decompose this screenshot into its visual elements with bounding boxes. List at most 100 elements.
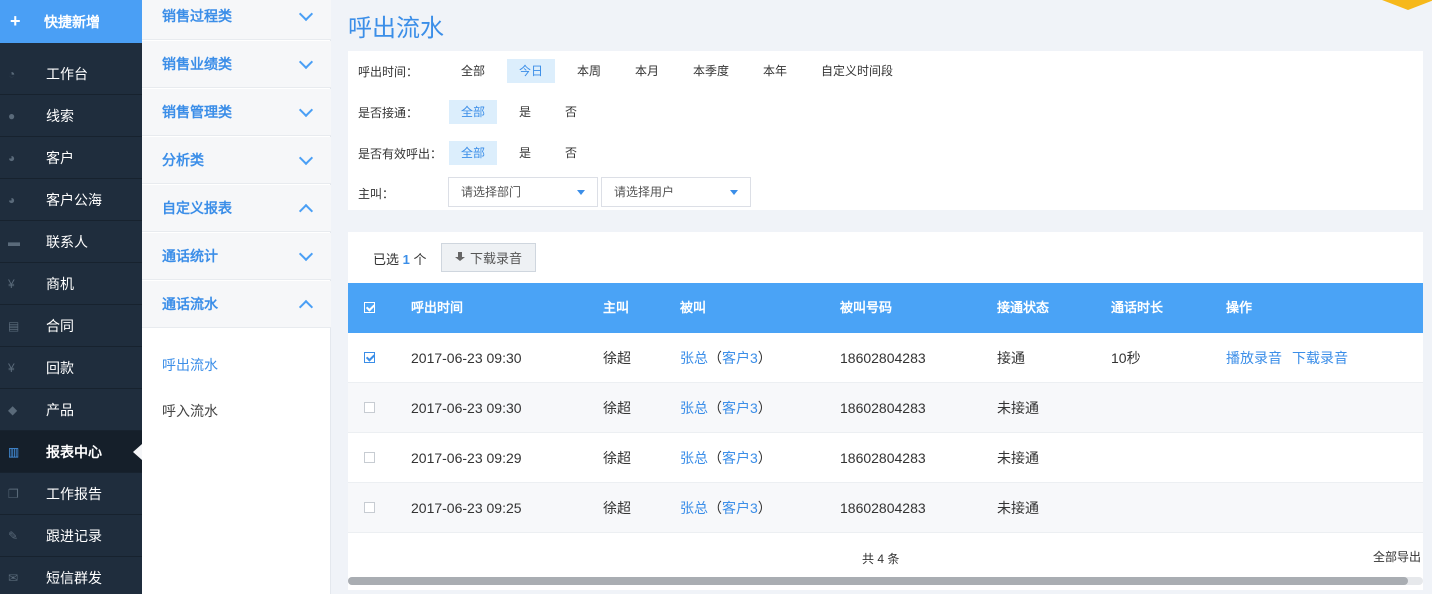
sidebar-item-follow-ups[interactable]: ✎ 跟进记录	[0, 515, 142, 557]
filter-time-all[interactable]: 全部	[449, 59, 497, 83]
menu-link-outgoing-calls[interactable]: 呼出流水	[162, 355, 218, 375]
scrollbar-thumb[interactable]	[348, 577, 1408, 585]
play-recording-link[interactable]: 播放录音	[1226, 333, 1282, 383]
menu-group-label: 通话统计	[162, 248, 218, 264]
callee-cell: 张总（客户3）	[680, 350, 772, 366]
department-select[interactable]: 请选择部门	[448, 177, 598, 207]
horizontal-scrollbar[interactable]	[348, 577, 1423, 585]
menu-link-incoming-calls[interactable]: 呼入流水	[162, 401, 218, 421]
export-all-button[interactable]: 全部导出	[1373, 548, 1421, 565]
sidebar-item-label: 短信群发	[46, 569, 102, 586]
dashboard-icon: ◔	[8, 66, 16, 81]
client-link[interactable]: 客户3	[722, 400, 758, 416]
sidebar-item-contacts[interactable]: ▬ 联系人	[0, 221, 142, 263]
table-row: 2017-06-23 09:30 徐超 张总（客户3） 18602804283 …	[348, 333, 1423, 383]
filter-time-month[interactable]: 本月	[623, 59, 671, 83]
filter-time-today[interactable]: 今日	[507, 59, 556, 83]
filter-time-custom[interactable]: 自定义时间段	[809, 59, 905, 83]
sidebar-item-reports[interactable]: ▥ 报表中心	[0, 431, 142, 473]
filter-connected-no[interactable]: 否	[553, 100, 589, 124]
callee-link[interactable]: 张总	[680, 350, 708, 366]
quick-add-button[interactable]: + 快捷新增	[0, 0, 142, 43]
column-header-status[interactable]: 接通状态	[997, 283, 1049, 333]
sidebar-item-opportunities[interactable]: ¥ 商机	[0, 263, 142, 305]
copy-icon: ❐	[8, 486, 19, 501]
caller-name: 徐超	[603, 400, 631, 416]
callee-link[interactable]: 张总	[680, 450, 708, 466]
caller-name: 徐超	[603, 500, 631, 516]
filter-valid-yes[interactable]: 是	[507, 141, 543, 165]
filter-valid-all[interactable]: 全部	[449, 141, 498, 165]
filter-valid-no[interactable]: 否	[553, 141, 589, 165]
sidebar-item-leads[interactable]: ● 线索	[0, 95, 142, 137]
chevron-down-icon	[298, 54, 314, 69]
select-all-checkbox[interactable]	[364, 302, 375, 313]
sidebar-item-sms[interactable]: ✉ 短信群发	[0, 557, 142, 594]
row-checkbox[interactable]	[364, 452, 375, 463]
chevron-up-icon	[298, 203, 314, 218]
download-icon	[454, 252, 465, 263]
client-link[interactable]: 客户3	[722, 500, 758, 516]
menu-group-call-logs[interactable]: 通话流水	[142, 281, 331, 328]
selected-count-text: 已选 1 个	[373, 249, 427, 268]
menu-group-analysis[interactable]: 分析类	[142, 137, 331, 184]
column-header-duration[interactable]: 通话时长	[1111, 283, 1163, 333]
filter-time-week[interactable]: 本周	[565, 59, 613, 83]
column-header-number[interactable]: 被叫号码	[840, 283, 892, 333]
menu-group-sales-management[interactable]: 销售管理类	[142, 89, 331, 136]
connect-status: 未接通	[997, 400, 1039, 416]
filter-time-quarter[interactable]: 本季度	[681, 59, 741, 83]
caller-name: 徐超	[603, 450, 631, 466]
call-time: 2017-06-23 09:30	[411, 400, 522, 416]
menu-group-custom-reports[interactable]: 自定义报表	[142, 185, 331, 232]
quick-add-label: 快捷新增	[44, 13, 100, 30]
column-header-callee[interactable]: 被叫	[680, 283, 706, 333]
selected-suffix: 个	[413, 252, 427, 267]
menu-group-sales-performance[interactable]: 销售业绩类	[142, 41, 331, 88]
sidebar-item-contracts[interactable]: ▤ 合同	[0, 305, 142, 347]
row-checkbox[interactable]	[364, 402, 375, 413]
sidebar-item-label: 工作台	[46, 65, 88, 82]
sidebar-item-products[interactable]: ◆ 产品	[0, 389, 142, 431]
filter-connected-all[interactable]: 全部	[449, 100, 498, 124]
call-log-panel: 已选 1 个 下载录音 呼出时间 主叫 被叫 被叫号码 接通状态 通话时长 操作…	[348, 232, 1423, 590]
client-link[interactable]: 客户3	[722, 350, 758, 366]
sidebar-item-label: 商机	[46, 275, 74, 292]
filter-connected-yes[interactable]: 是	[507, 100, 543, 124]
sidebar-item-label: 报表中心	[46, 443, 102, 460]
row-checkbox[interactable]	[364, 352, 375, 363]
row-checkbox[interactable]	[364, 502, 375, 513]
sidebar-item-dashboard[interactable]: ◔ 工作台	[0, 53, 142, 95]
sidebar-item-label: 客户公海	[46, 191, 102, 208]
sidebar-item-customer-pool[interactable]: ◕ 客户公海	[0, 179, 142, 221]
sidebar-item-work-reports[interactable]: ❐ 工作报告	[0, 473, 142, 515]
menu-group-label: 销售管理类	[162, 104, 232, 120]
menu-group-label: 销售过程类	[162, 8, 232, 24]
sidebar-item-customers[interactable]: ◕ 客户	[0, 137, 142, 179]
menu-group-call-stats[interactable]: 通话统计	[142, 233, 331, 280]
tag-icon: ◆	[8, 402, 18, 417]
menu-group-sales-process[interactable]: 销售过程类	[142, 0, 331, 40]
user-select[interactable]: 请选择用户	[601, 177, 751, 207]
column-header-caller[interactable]: 主叫	[603, 283, 629, 333]
mail-icon: ✉	[8, 570, 19, 585]
call-time: 2017-06-23 09:30	[411, 350, 522, 366]
filter-time-year[interactable]: 本年	[751, 59, 799, 83]
sidebar-item-payments[interactable]: ¥ 回款	[0, 347, 142, 389]
menu-group-label: 通话流水	[162, 296, 218, 312]
download-recording-link[interactable]: 下载录音	[1292, 333, 1348, 383]
callee-link[interactable]: 张总	[680, 500, 708, 516]
filter-label-time: 呼出时间：	[358, 65, 419, 79]
client-link[interactable]: 客户3	[722, 450, 758, 466]
chevron-down-icon	[298, 246, 314, 261]
callee-link[interactable]: 张总	[680, 400, 708, 416]
column-header-time[interactable]: 呼出时间	[411, 283, 463, 333]
call-duration: 10秒	[1111, 350, 1141, 366]
download-recordings-button[interactable]: 下载录音	[441, 243, 536, 272]
connect-status: 未接通	[997, 450, 1039, 466]
chevron-down-icon	[298, 150, 314, 165]
yen-icon: ¥	[8, 276, 15, 291]
document-icon: ▤	[8, 318, 20, 333]
filter-label-caller: 主叫：	[358, 187, 395, 201]
caret-down-icon	[730, 190, 738, 195]
